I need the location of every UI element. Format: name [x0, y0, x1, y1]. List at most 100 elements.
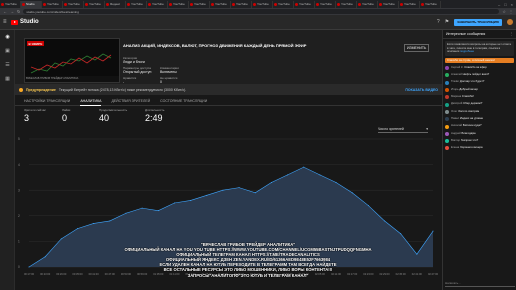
webcam-icon[interactable]: ▣: [0, 44, 15, 58]
stat-concurrent-viewers: Зрители сейчас 3: [24, 108, 46, 123]
browser-tab[interactable]: YouTube: [168, 0, 189, 8]
chat-message[interactable]: Николай Биткоин куда?: [443, 123, 516, 130]
category-value: Люди и блоги: [123, 60, 145, 64]
browser-tab[interactable]: YouTube: [378, 0, 399, 8]
menu-icon[interactable]: ≡: [3, 19, 11, 25]
chat-message-body: Алексей Нефть пойдет вниз?: [451, 72, 489, 77]
stat-duration: Длительность 2:49: [145, 108, 164, 123]
chat-author: Дмитрий: [451, 101, 463, 106]
chat-text: Благодарю: [461, 130, 476, 135]
browser-tab[interactable]: YouTube: [126, 0, 147, 8]
chat-avatar: [445, 80, 449, 85]
browser-tab[interactable]: YouTube: [336, 0, 357, 8]
stat-label: Лайки: [62, 108, 71, 112]
avatar[interactable]: [507, 19, 513, 25]
back-icon[interactable]: ←: [3, 9, 7, 14]
chat-message[interactable]: Павел Индекс на уровне: [443, 115, 516, 122]
chat-message-body: Елена Хорошего вечера: [451, 145, 483, 150]
star-icon[interactable]: ☆: [502, 9, 506, 14]
browser-tab[interactable]: YouTube: [63, 0, 84, 8]
help-icon[interactable]: ?: [437, 19, 440, 25]
tab-viewer-actions[interactable]: ДЕЙСТВИЯ ЗРИТЕЛЕЙ: [111, 97, 150, 106]
chat-avatar: [445, 117, 449, 122]
tab-favicon-icon: [169, 2, 172, 6]
data-point: [416, 253, 418, 255]
chat-messages: Сергей К. Спасибо за эфир Алексей Нефть п…: [443, 64, 516, 152]
browser-tab-label: YouTube: [404, 2, 416, 6]
pinned-link[interactable]: подробнее: [460, 49, 474, 53]
chat-message[interactable]: Виктор Газпром что?: [443, 137, 516, 144]
chat-text: Хорошего вечера: [459, 145, 483, 150]
overlay-line: ЗАПРОСЫ"АНАЛИТОПФ"ЭТО ЮТУБ И ТЕЛЕГРАМ КА…: [187, 272, 309, 278]
browser-tab[interactable]: YouTube: [399, 0, 420, 8]
chat-input[interactable]: Написать...: [445, 280, 515, 287]
manage-icon[interactable]: ☰: [0, 58, 15, 72]
reload-icon[interactable]: ↻: [17, 9, 20, 14]
browser-tab-label: YouTube: [299, 2, 311, 6]
left-rail: ◉ ▣ ☰ ▦: [0, 30, 15, 290]
chat-message[interactable]: Марина Спасибо!: [443, 94, 516, 101]
minimize-icon[interactable]: –: [498, 2, 500, 7]
stream-preview[interactable]: В ЭФИРЕ ВЯЧЕСЛАВ ГРИБОВ ТРЕЙДЕР АНАЛИТИК…: [24, 38, 120, 83]
browser-tab[interactable]: YouTube: [84, 0, 105, 8]
notifications-icon[interactable]: ⚑: [445, 19, 449, 25]
chat-text: Индекс на уровне: [459, 115, 484, 120]
browser-tab[interactable]: YouTube: [315, 0, 336, 8]
chat-message[interactable]: Елена Хорошего вечера: [443, 145, 516, 152]
data-point: [351, 192, 353, 194]
tab-stream-settings[interactable]: НАСТРОЙКИ ТРАНСЛЯЦИИ: [24, 97, 70, 106]
data-point: [222, 189, 224, 191]
extensions-icon[interactable]: ⋮: [509, 9, 513, 14]
data-point: [76, 228, 78, 230]
maximize-icon[interactable]: □: [504, 2, 506, 7]
close-icon[interactable]: ×: [511, 2, 513, 7]
youtube-logo[interactable]: [11, 19, 18, 25]
browser-tab-label: YouTube: [152, 2, 164, 6]
tab-analytics[interactable]: АНАЛИТИКА: [80, 97, 102, 106]
browser-tab[interactable]: YouTube: [420, 0, 441, 8]
browser-tab[interactable]: YouTube: [294, 0, 315, 8]
browser-tab-label: YouTube: [362, 2, 374, 6]
chat-message[interactable]: Алексей Нефть пойдет вниз?: [443, 72, 516, 79]
browser-tab[interactable]: YouTube: [357, 0, 378, 8]
chat-message[interactable]: Игорь Добрый вечер: [443, 86, 516, 93]
y-tick-label: 5: [18, 137, 20, 141]
browser-tab[interactable]: YouTube: [42, 0, 63, 8]
chat-message[interactable]: Trader Доллар что будет?: [443, 79, 516, 86]
show-video-link[interactable]: ПОКАЗАТЬ ВИДЕО: [405, 88, 438, 92]
live-chat-panel: Интересные сообщения ⋮ Если появляются в…: [442, 30, 516, 290]
end-stream-button[interactable]: ЗАВЕРШИТЬ ТРАНСЛЯЦИЮ: [454, 18, 502, 26]
warning-label: Предупреждение: [26, 87, 56, 92]
data-point: [44, 256, 46, 258]
chat-message[interactable]: Дмитрий Сбер держим?: [443, 101, 516, 108]
browser-tab[interactable]: YouTube: [0, 0, 21, 8]
edit-button[interactable]: ИЗМЕНИТЬ: [404, 44, 430, 52]
chat-message[interactable]: Олег Золото смотрим: [443, 108, 516, 115]
metric-select[interactable]: Число зрителей ▾: [378, 127, 428, 133]
tab-favicon-icon: [190, 2, 193, 6]
more-icon[interactable]: ⋮: [510, 32, 514, 36]
browser-tab[interactable]: Яндекс: [105, 0, 126, 8]
chat-mode-select[interactable]: Интересные сообщения: [446, 32, 485, 36]
tab-stream-health[interactable]: СОСТОЯНИЕ ТРАНСЛЯЦИИ: [160, 97, 207, 106]
x-tick-label: 00:35:00: [72, 272, 83, 276]
url-field[interactable]: studio.youtube.com/video/livestreaming: [23, 9, 500, 14]
browser-tab[interactable]: YouTube: [273, 0, 294, 8]
chat-message[interactable]: Андрей Благодарю: [443, 130, 516, 137]
stream-icon[interactable]: ◉: [0, 30, 15, 44]
browser-tab-label: YouTube: [425, 2, 437, 6]
browser-tab[interactable]: Studio: [21, 0, 42, 8]
forward-icon[interactable]: →: [10, 9, 14, 14]
browser-tab-label: YouTube: [341, 2, 353, 6]
browser-tab[interactable]: YouTube: [210, 0, 231, 8]
chat-message[interactable]: Сергей К. Спасибо за эфир: [443, 64, 516, 71]
chat-text: Спасибо!: [461, 94, 474, 99]
stat-label: Зрители сейчас: [24, 108, 46, 112]
browser-tab[interactable]: YouTube: [189, 0, 210, 8]
browser-tab[interactable]: YouTube: [147, 0, 168, 8]
browser-tab[interactable]: YouTube: [252, 0, 273, 8]
data-point: [238, 187, 240, 189]
calendar-icon[interactable]: ▦: [0, 72, 15, 86]
browser-tab[interactable]: YouTube: [231, 0, 252, 8]
preview-ticker: ВЯЧЕСЛАВ ГРИБОВ ТРЕЙДЕР АНАЛИТИКА: [25, 76, 119, 82]
